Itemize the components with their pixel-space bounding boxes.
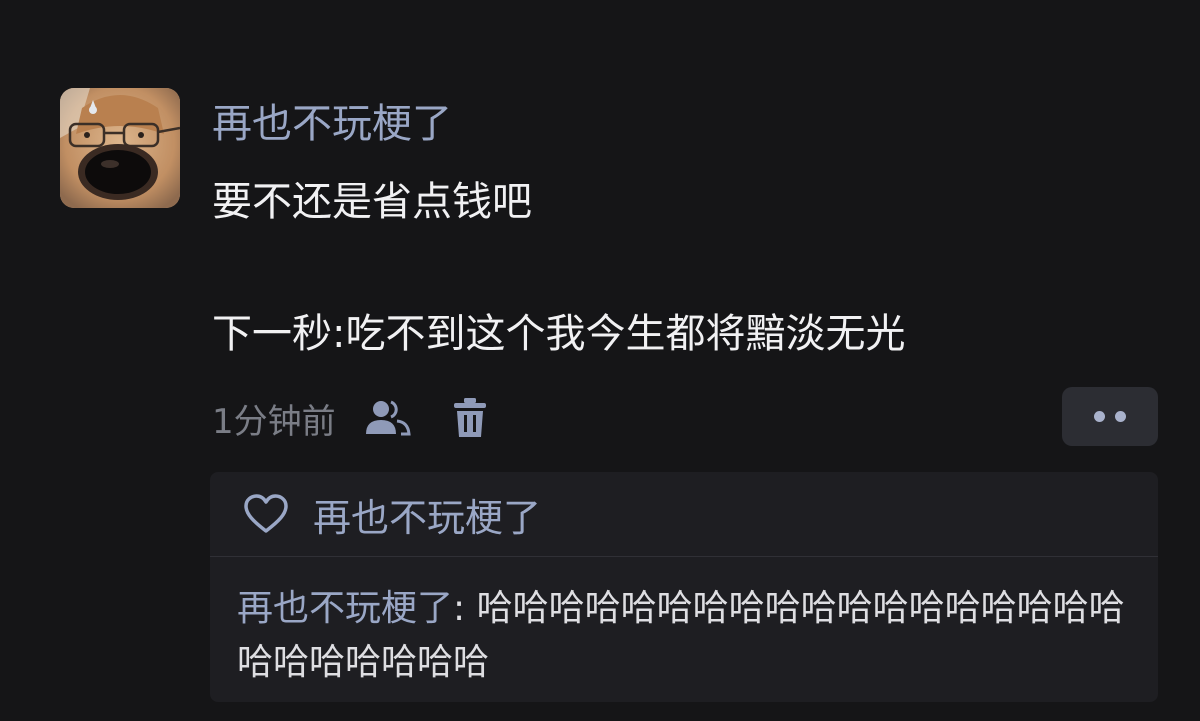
post-username[interactable]: 再也不玩梗了	[212, 96, 452, 152]
divider	[210, 556, 1158, 557]
post-text-line-1: 要不还是省点钱吧	[212, 179, 532, 225]
avatar[interactable]	[60, 88, 180, 208]
post-text-line-2: 下一秒:吃不到这个我今生都将黯淡无光	[212, 311, 906, 357]
likes-row: 再也不玩梗了	[210, 472, 1158, 556]
liked-by-name[interactable]: 再也不玩梗了	[313, 487, 541, 542]
reply-comment[interactable]: 再也不玩梗了: 哈哈哈哈哈哈哈哈哈哈哈哈哈哈哈哈哈哈哈哈哈哈哈哈哈	[237, 582, 1158, 690]
friends-icon[interactable]	[364, 394, 412, 442]
heart-icon[interactable]	[243, 493, 289, 535]
trash-icon[interactable]	[446, 394, 494, 442]
reply-author[interactable]: 再也不玩梗了	[237, 588, 453, 629]
more-options-button[interactable]	[1062, 387, 1158, 446]
more-dots-icon	[1094, 411, 1105, 422]
dog-avatar-image	[60, 88, 180, 208]
more-dots-icon	[1115, 411, 1126, 422]
interaction-panel: 再也不玩梗了 再也不玩梗了: 哈哈哈哈哈哈哈哈哈哈哈哈哈哈哈哈哈哈哈哈哈哈哈哈哈	[210, 472, 1158, 702]
post-meta-row: 1分钟前	[212, 392, 494, 444]
post-timestamp: 1分钟前	[212, 401, 336, 442]
reply-separator: :	[453, 588, 477, 629]
